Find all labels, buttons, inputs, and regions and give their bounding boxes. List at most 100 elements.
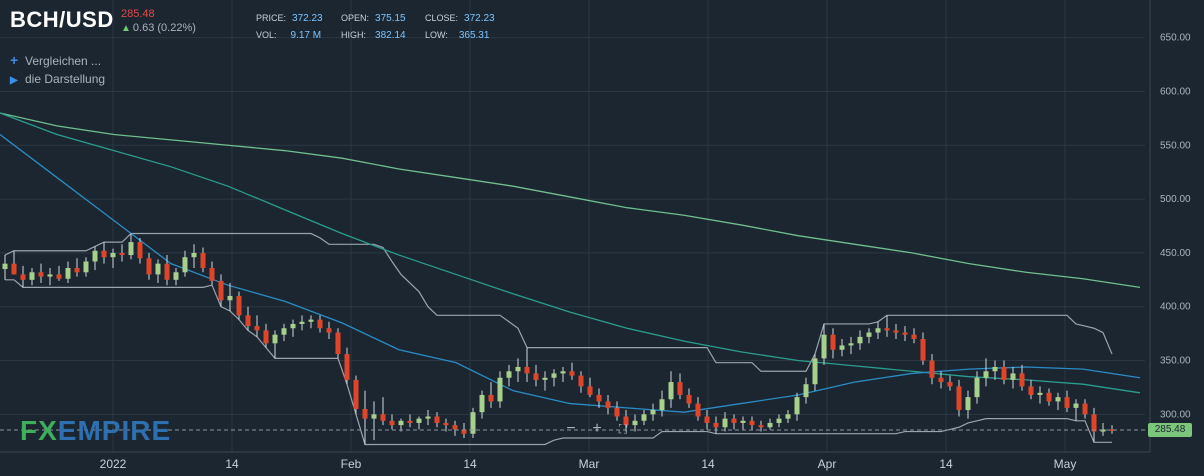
candle-up <box>290 323 296 329</box>
x-tick-label: Feb <box>341 457 362 471</box>
candle-up <box>506 371 512 378</box>
candle-down <box>1019 373 1025 387</box>
candle-down <box>38 272 44 277</box>
fxempire-logo: FXEMPIRE <box>20 415 171 447</box>
candle-down <box>938 377 944 383</box>
candle-up <box>992 366 998 372</box>
candle-down <box>1028 386 1034 395</box>
stat-label: LOW: <box>425 30 448 40</box>
candle-up <box>371 414 377 419</box>
candle-up <box>722 418 728 428</box>
plus-icon: + <box>10 52 19 68</box>
candle-up <box>182 257 188 273</box>
change-value: 0.63 (0.22%) <box>132 22 196 34</box>
last-price: 285.48 <box>121 8 155 20</box>
stat-close: CLOSE: 372.23 <box>425 13 495 24</box>
candle-up <box>227 295 233 301</box>
candle-down <box>317 319 323 329</box>
candle-down <box>677 382 683 395</box>
candle-down <box>920 339 926 361</box>
price-chart[interactable]: 300.00 350.00 400.00 450.00 500.00 550.00 600.… <box>0 0 1204 476</box>
candle-up <box>551 373 557 378</box>
candle-up <box>641 414 647 421</box>
up-arrow-icon: ▲ <box>121 23 131 34</box>
candle-up <box>866 332 872 337</box>
candle-down <box>596 394 602 402</box>
candle-down <box>254 326 260 331</box>
y-tick-label: 550.00 <box>1160 140 1191 151</box>
stat-value: 372.23 <box>292 13 323 24</box>
y-tick-label: 300.00 <box>1160 409 1191 420</box>
stat-label: HIGH: <box>341 30 367 40</box>
candle-up <box>1055 397 1061 402</box>
y-tick-label: 400.00 <box>1160 302 1191 313</box>
candle-up <box>659 399 665 411</box>
candle-down <box>956 386 962 411</box>
candle-down <box>20 274 26 280</box>
candle-up <box>1010 373 1016 380</box>
candle-down <box>200 252 206 268</box>
y-tick-label: 600.00 <box>1160 86 1191 97</box>
candle-up <box>299 321 305 324</box>
candle-down <box>488 394 494 402</box>
candle-down <box>524 366 530 374</box>
stat-label: PRICE: <box>256 13 287 23</box>
candle-up <box>425 416 431 419</box>
candle-down <box>569 371 575 376</box>
x-tick-label: 14 <box>701 457 715 471</box>
candle-down <box>578 375 584 387</box>
candle-down <box>587 386 593 395</box>
candle-down <box>830 334 836 350</box>
candle-up <box>848 343 854 346</box>
candle-down <box>884 328 890 331</box>
candle-down <box>11 263 17 275</box>
fit-screen-icon[interactable]: ⛶ <box>612 418 634 440</box>
candle-up <box>803 384 809 398</box>
stat-label: OPEN: <box>341 13 370 23</box>
candle-up <box>785 414 791 419</box>
candle-up <box>29 272 35 280</box>
x-tick-label: Mar <box>579 457 600 471</box>
candle-down <box>893 330 899 333</box>
candle-up <box>974 377 980 398</box>
candle-down <box>407 420 413 423</box>
logo-empire: EMPIRE <box>57 415 172 446</box>
candle-down <box>74 267 80 273</box>
candle-down <box>263 330 269 344</box>
logo-fx: FX <box>20 415 58 446</box>
candle-down <box>758 425 764 428</box>
x-tick-label: Apr <box>818 457 837 471</box>
zoom-out-button[interactable]: − <box>560 418 582 440</box>
candle-up <box>110 252 116 258</box>
display-button[interactable]: ▶ die Darstellung <box>10 72 105 86</box>
candle-down <box>749 420 755 426</box>
symbol-title: BCH/USD <box>10 7 114 32</box>
candle-down <box>1091 414 1097 432</box>
stat-high: HIGH: 382.14 <box>341 30 406 41</box>
candle-up <box>92 250 98 262</box>
candle-down <box>380 414 386 421</box>
candle-up <box>542 377 548 380</box>
candle-down <box>614 407 620 417</box>
zoom-in-button[interactable]: + <box>586 418 608 440</box>
candle-down <box>164 263 170 280</box>
display-label: die Darstellung <box>25 72 106 86</box>
candle-down <box>326 328 332 333</box>
candle-down <box>695 403 701 417</box>
candle-up <box>497 377 503 402</box>
candle-down <box>236 295 242 316</box>
candle-down <box>245 315 251 327</box>
candle-up <box>839 345 845 350</box>
candle-up <box>650 410 656 415</box>
candle-up <box>812 358 818 385</box>
candle-up <box>983 371 989 378</box>
candle-down <box>101 250 107 258</box>
ma-long-line <box>0 112 1141 288</box>
candle-down <box>686 394 692 404</box>
candle-down <box>137 242 143 259</box>
candle-down <box>362 408 368 419</box>
ma-short-line <box>0 134 1141 413</box>
candle-down <box>533 373 539 380</box>
x-tick-label: 14 <box>463 457 477 471</box>
compare-button[interactable]: + Vergleichen ... <box>10 52 101 68</box>
